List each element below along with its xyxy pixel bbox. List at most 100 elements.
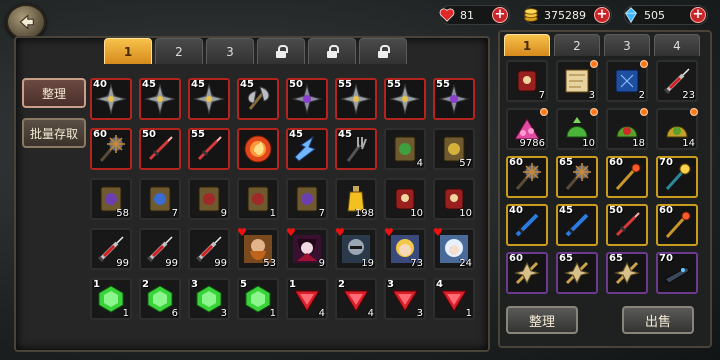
inventory-slot[interactable]: 55	[384, 78, 426, 120]
gems-value: 505	[644, 8, 665, 22]
inventory-slot[interactable]: 41	[433, 278, 475, 320]
inventory-slot[interactable]: 24 ♥	[433, 226, 475, 270]
storage-tab-4[interactable]: 4	[654, 34, 700, 56]
tab-3[interactable]: 3	[206, 38, 254, 64]
inventory-slot[interactable]: 7	[139, 178, 181, 220]
inventory-slot[interactable]: 55	[335, 78, 377, 120]
add-coins-button[interactable]: +	[594, 7, 610, 23]
item-level: 55	[436, 79, 450, 90]
storage-sort-button[interactable]: 整理	[506, 306, 578, 334]
storage-slot[interactable]: 23	[656, 60, 698, 102]
item-count: 4	[367, 308, 374, 319]
storage-slot[interactable]: 50	[606, 204, 648, 246]
storage-tab-3[interactable]: 3	[604, 34, 650, 56]
storage-slot[interactable]: 2	[606, 60, 648, 102]
storage-slot[interactable]: 40	[506, 204, 548, 246]
fire-orb-icon	[244, 135, 272, 163]
storage-slot[interactable]: 65	[606, 252, 648, 294]
inventory-slot[interactable]: 19 ♥	[335, 226, 377, 270]
item-count: 3	[588, 90, 595, 101]
item-level: 50	[289, 79, 303, 90]
inventory-slot[interactable]: 53 ♥	[237, 226, 279, 270]
inventory-slot[interactable]: 45	[139, 78, 181, 120]
storage-tabs: 1 2 3 4	[504, 34, 700, 56]
tab-1[interactable]: 1	[104, 38, 152, 64]
new-badge	[590, 60, 598, 68]
inventory-slot[interactable]: 24	[335, 278, 377, 320]
inventory-slot[interactable]: 10	[433, 178, 475, 220]
storage-slot[interactable]: 9786	[506, 108, 548, 150]
inventory-slot[interactable]: 11	[90, 278, 132, 320]
back-button[interactable]	[6, 4, 46, 40]
item-level: 45	[191, 79, 205, 90]
tab-label: 4	[673, 38, 681, 53]
storage-slot[interactable]: 65	[556, 252, 598, 294]
storage-slot[interactable]: 60	[506, 156, 548, 198]
inventory-slot[interactable]: 9 ♥	[286, 226, 328, 270]
item-count: 1	[269, 308, 276, 319]
tab-locked[interactable]	[257, 38, 305, 64]
inventory-slot[interactable]: 57	[433, 128, 475, 170]
storage-slot[interactable]: 65	[556, 156, 598, 198]
item-count: 4	[416, 158, 423, 169]
tab-locked[interactable]	[359, 38, 407, 64]
storage-slot[interactable]: 3	[556, 60, 598, 102]
storage-slot[interactable]: 45	[556, 204, 598, 246]
inventory-slot[interactable]: 45	[286, 128, 328, 170]
inventory-slot[interactable]: 4	[384, 128, 426, 170]
inventory-slot[interactable]	[237, 128, 279, 170]
item-count: 99	[165, 258, 178, 269]
storage-slot[interactable]: 60	[656, 204, 698, 246]
crystal-icon	[622, 6, 640, 24]
storage-slot[interactable]: 7	[506, 60, 548, 102]
storage-slot[interactable]: 10	[556, 108, 598, 150]
inventory-slot[interactable]: 50	[139, 128, 181, 170]
storage-tab-1[interactable]: 1	[504, 34, 550, 56]
tab-2[interactable]: 2	[155, 38, 203, 64]
inventory-slot[interactable]: 99	[139, 228, 181, 270]
inventory-slot[interactable]: 1	[237, 178, 279, 220]
storage-slot[interactable]: 60	[506, 252, 548, 294]
item-level: 3	[191, 279, 198, 290]
inventory-slot[interactable]: 51	[237, 278, 279, 320]
inventory-slot[interactable]: 9	[188, 178, 230, 220]
storage-tab-2[interactable]: 2	[554, 34, 600, 56]
inventory-slot[interactable]: 73 ♥	[384, 226, 426, 270]
inventory-slot[interactable]: 45	[237, 78, 279, 120]
sort-label: 整理	[41, 86, 66, 101]
inventory-slot[interactable]: 33	[384, 278, 426, 320]
coins-value: 375289	[544, 8, 586, 22]
sort-button[interactable]: 整理	[22, 78, 86, 108]
sell-button[interactable]: 出售	[622, 306, 694, 334]
inventory-slot[interactable]: 99	[188, 228, 230, 270]
item-count: 14	[682, 138, 695, 149]
inventory-slot[interactable]: 50	[286, 78, 328, 120]
inventory-slot[interactable]: 55	[188, 128, 230, 170]
inventory-slot[interactable]: 55	[433, 78, 475, 120]
inventory-slot[interactable]: 40	[90, 78, 132, 120]
inventory-slot[interactable]: 33	[188, 278, 230, 320]
tab-locked[interactable]	[308, 38, 356, 64]
batch-store-button[interactable]: 批量存取	[22, 118, 86, 148]
inventory-slot[interactable]: 198	[335, 178, 377, 220]
inventory-slot[interactable]: 10	[384, 178, 426, 220]
inventory-slot[interactable]: 7	[286, 178, 328, 220]
storage-slot[interactable]: 18	[606, 108, 648, 150]
item-level: 65	[559, 253, 573, 264]
inventory-slot[interactable]: 99	[90, 228, 132, 270]
storage-slot[interactable]: 14	[656, 108, 698, 150]
add-gems-button[interactable]: +	[690, 7, 706, 23]
item-level: 70	[659, 157, 673, 168]
inventory-slot[interactable]: 60	[90, 128, 132, 170]
inventory-slot[interactable]: 14	[286, 278, 328, 320]
storage-slot[interactable]: 70	[656, 252, 698, 294]
item-count: 7	[318, 208, 325, 219]
inventory-slot[interactable]: 58	[90, 178, 132, 220]
add-hearts-button[interactable]: +	[492, 7, 508, 23]
item-count: 3	[220, 308, 227, 319]
inventory-slot[interactable]: 45	[188, 78, 230, 120]
inventory-slot[interactable]: 26	[139, 278, 181, 320]
storage-slot[interactable]: 70	[656, 156, 698, 198]
inventory-slot[interactable]: 45	[335, 128, 377, 170]
storage-slot[interactable]: 60	[606, 156, 648, 198]
